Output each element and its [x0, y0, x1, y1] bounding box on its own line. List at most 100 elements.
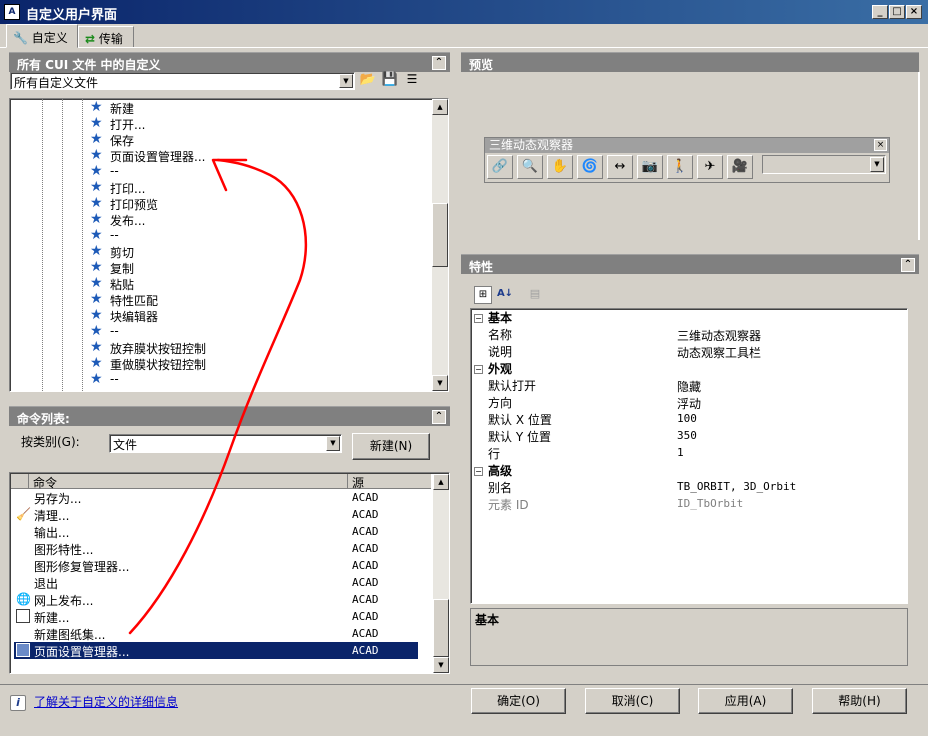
property-key: 名称 [488, 328, 513, 342]
tree-item[interactable]: ★ -- [90, 228, 119, 244]
tab-transfer[interactable]: ⇄ 传输 [78, 26, 134, 48]
tab-divider [0, 47, 928, 48]
tree-item-label: 打印... [110, 182, 146, 196]
property-value[interactable]: 100 [677, 412, 697, 425]
property-key: 默认 X 位置 [488, 413, 552, 427]
collapse-minus-icon[interactable]: − [474, 314, 483, 323]
collapse-chevron-icon[interactable]: ⌃ [432, 410, 446, 424]
category-dropdown[interactable]: 文件 ▼ [109, 434, 342, 453]
tree-item[interactable]: ★ 剪切 [90, 244, 134, 260]
ok-button[interactable]: 确定(O) [471, 688, 566, 714]
table-row[interactable]: 🌐 网上发布... ACAD [14, 591, 418, 608]
categorized-view-icon[interactable]: ⊞ [474, 286, 492, 304]
property-value[interactable]: 三维动态观察器 [677, 327, 761, 344]
property-key: 行 [488, 447, 501, 461]
collapse-chevron-icon[interactable]: ⌃ [901, 258, 915, 272]
table-row[interactable]: 新建图纸集... ACAD [14, 625, 418, 642]
tree-item[interactable]: ★ 保存 [90, 132, 134, 148]
star-icon: ★ [90, 371, 103, 387]
tree-item[interactable]: ★ 页面设置管理器... [90, 148, 205, 164]
tree-item[interactable]: ★ -- [90, 324, 119, 340]
star-icon: ★ [90, 307, 103, 323]
tree-item[interactable]: ★ 发布... [90, 212, 145, 228]
help-button[interactable]: 帮助(H) [812, 688, 907, 714]
property-value[interactable]: 350 [677, 429, 697, 442]
tab-customize[interactable]: 🔧 自定义 [6, 24, 78, 48]
tree-item-label: 保存 [110, 134, 135, 148]
close-button[interactable]: × [906, 5, 922, 19]
scroll-down-arrow-icon[interactable]: ▼ [432, 375, 448, 391]
tree-item[interactable]: ★ 打印预览 [90, 196, 158, 212]
property-value[interactable]: 隐藏 [677, 378, 701, 395]
continuous-orbit-icon: 🌀 [577, 155, 603, 179]
property-group-appearance[interactable]: − 外观 [474, 360, 512, 377]
tree-item[interactable]: ★ -- [90, 164, 119, 180]
tree-item[interactable]: ★ 放弃膜状按钮控制 [90, 340, 206, 356]
alphabetical-sort-icon[interactable]: A↓ [496, 286, 514, 304]
property-row[interactable]: 行 [488, 445, 500, 462]
property-row[interactable]: 默认 Y 位置 [488, 428, 551, 445]
table-row-selected[interactable]: 页面设置管理器... ACAD [14, 642, 418, 659]
property-value[interactable]: 1 [677, 446, 684, 459]
table-row[interactable]: 输出... ACAD [14, 523, 418, 540]
collapse-chevron-icon[interactable]: ⌃ [432, 56, 446, 70]
star-icon: ★ [90, 355, 103, 371]
property-key: 说明 [488, 345, 513, 359]
property-value[interactable]: 浮动 [677, 395, 701, 412]
property-group-advanced[interactable]: − 高级 [474, 462, 512, 479]
scroll-thumb[interactable] [432, 203, 448, 267]
tree-item[interactable]: ★ 特性匹配 [90, 292, 158, 308]
table-row[interactable]: 新建... ACAD [14, 608, 418, 625]
star-icon: ★ [90, 147, 103, 163]
tree-item[interactable]: ★ 打开... [90, 116, 145, 132]
tree-item-label: 重做膜状按钮控制 [110, 358, 207, 372]
tree-guide-line [82, 99, 83, 391]
table-row[interactable]: 退出 ACAD [14, 574, 418, 591]
table-row[interactable]: 图形特性... ACAD [14, 540, 418, 557]
open-file-icon[interactable]: 📂 [359, 72, 377, 90]
property-pages-icon[interactable]: ▤ [526, 286, 544, 304]
cui-file-dropdown[interactable]: 所有自定义文件 ▼ [10, 72, 355, 90]
cui-tree[interactable] [9, 98, 449, 392]
tree-item[interactable]: ★ 重做膜状按钮控制 [90, 356, 206, 372]
tree-item[interactable]: ★ 粘贴 [90, 276, 134, 292]
property-row[interactable]: 默认打开 [488, 377, 536, 394]
scroll-thumb[interactable] [433, 599, 449, 657]
command-name: 图形特性... [34, 543, 94, 557]
apply-button[interactable]: 应用(A) [698, 688, 793, 714]
command-source: ACAD [352, 593, 379, 606]
scroll-up-arrow-icon[interactable]: ▲ [432, 99, 448, 115]
property-row[interactable]: 说明 [488, 343, 512, 360]
property-row[interactable]: 名称 [488, 326, 512, 343]
scroll-down-arrow-icon[interactable]: ▼ [433, 657, 449, 673]
tree-item[interactable]: ★ 新建 [90, 100, 134, 116]
property-value[interactable]: 动态观察工具栏 [677, 344, 761, 361]
tree-item[interactable]: ★ 打印... [90, 180, 145, 196]
table-row[interactable]: 🧹 清理... ACAD [14, 506, 418, 523]
maximize-button[interactable]: □ [889, 5, 905, 19]
tree-item[interactable]: ★ 复制 [90, 260, 134, 276]
property-row[interactable]: 方向 [488, 394, 512, 411]
collapse-minus-icon[interactable]: − [474, 467, 483, 476]
property-row[interactable]: 别名 [488, 479, 512, 496]
tree-scrollbar[interactable]: ▲ ▼ [432, 99, 448, 391]
collapse-minus-icon[interactable]: − [474, 365, 483, 374]
close-icon: × [874, 139, 887, 151]
scroll-up-arrow-icon[interactable]: ▲ [433, 474, 449, 490]
table-row[interactable]: 另存为... ACAD [14, 489, 418, 506]
cancel-button[interactable]: 取消(C) [585, 688, 680, 714]
command-name: 页面设置管理器... [34, 645, 130, 659]
property-value[interactable]: TB_ORBIT, 3D_Orbit [677, 480, 796, 493]
tree-item-label: 新建 [110, 102, 135, 116]
tree-item[interactable]: ★ -- [90, 372, 119, 388]
tree-item[interactable]: ★ 块编辑器 [90, 308, 158, 324]
table-row[interactable]: 图形修复管理器... ACAD [14, 557, 418, 574]
minimize-button[interactable]: _ [872, 5, 888, 19]
list-view-icon[interactable]: ☰ [403, 72, 421, 90]
help-link[interactable]: 了解关于自定义的详细信息 [34, 693, 178, 710]
new-command-button[interactable]: 新建(N) [352, 433, 430, 460]
save-icon[interactable]: 💾 [381, 72, 399, 90]
property-row[interactable]: 默认 X 位置 [488, 411, 552, 428]
command-table-scrollbar[interactable]: ▲ ▼ [433, 474, 449, 673]
property-group-basic[interactable]: − 基本 [474, 309, 512, 326]
